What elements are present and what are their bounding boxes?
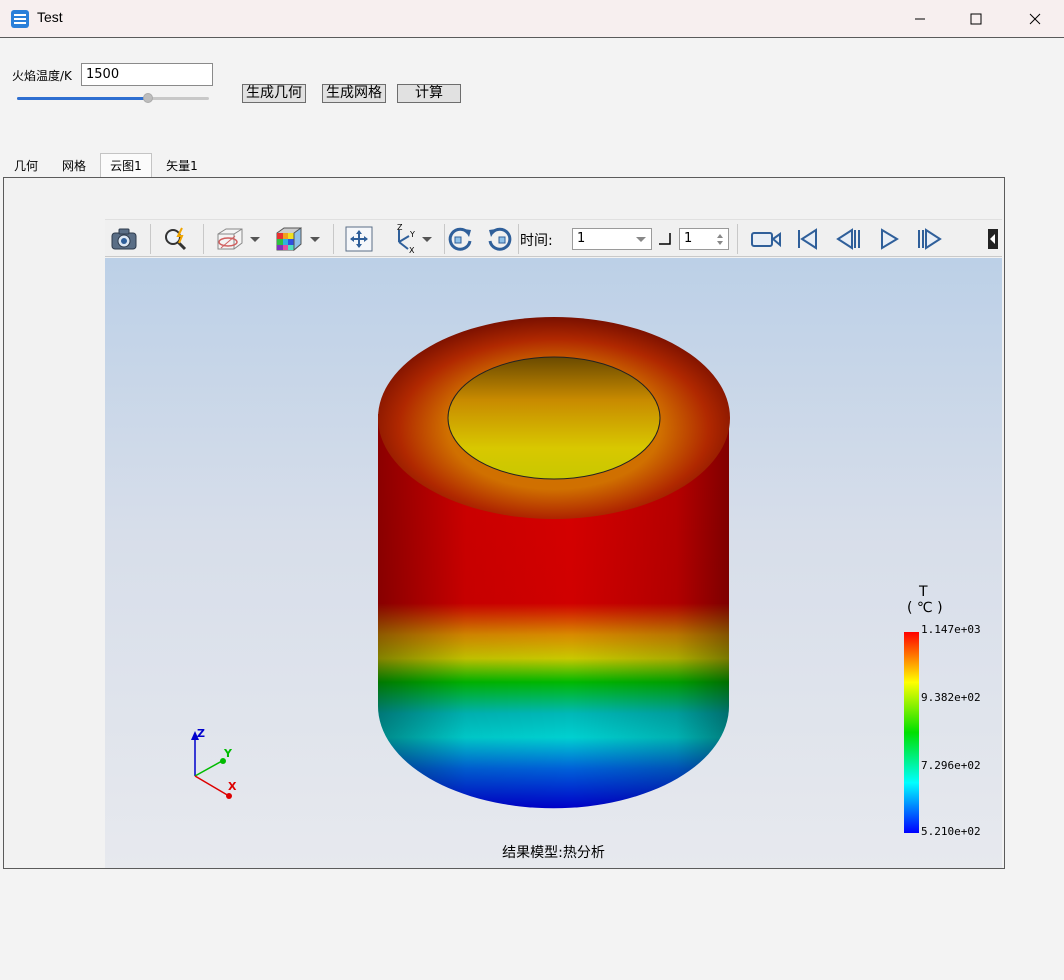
legend-label-3: 7.296e+02 xyxy=(921,759,981,772)
first-frame-icon[interactable] xyxy=(791,225,823,253)
tab-vector[interactable]: 矢量1 xyxy=(156,154,208,178)
app-icon xyxy=(11,10,29,28)
chevron-down-icon xyxy=(636,237,646,242)
generate-mesh-button[interactable]: 生成网格 xyxy=(322,84,386,103)
time-select-value: 1 xyxy=(577,231,586,246)
time-label: 时间: xyxy=(520,233,553,249)
minimize-button[interactable] xyxy=(897,0,943,38)
step-spinbox-value: 1 xyxy=(684,231,693,246)
camera-icon[interactable] xyxy=(108,225,140,253)
temperature-label: 火焰温度/K xyxy=(12,69,72,83)
prev-frame-icon[interactable] xyxy=(832,225,864,253)
tab-contour[interactable]: 云图1 xyxy=(100,153,152,178)
play-icon[interactable] xyxy=(873,225,905,253)
close-button[interactable] xyxy=(1012,0,1058,38)
title-bar: Test xyxy=(0,0,1064,38)
temperature-input[interactable] xyxy=(81,63,213,86)
step-corner-icon xyxy=(659,233,671,245)
result-caption: 结果模型:热分析 xyxy=(502,845,605,861)
cylinder-bore xyxy=(447,356,661,480)
color-cube-icon[interactable] xyxy=(271,225,323,253)
tab-geometry[interactable]: 几何 xyxy=(4,154,48,178)
svg-text:X: X xyxy=(409,246,415,254)
post-toolbar: ZYX 时间: 1 1 xyxy=(105,219,1002,257)
legend-unit: ( ℃ ) xyxy=(907,600,943,616)
legend-label-2: 9.382e+02 xyxy=(921,691,981,704)
legend-colorbar xyxy=(904,632,919,833)
rotate-cw-icon[interactable] xyxy=(444,225,476,253)
tab-mesh[interactable]: 网格 xyxy=(52,154,96,178)
minimize-icon xyxy=(915,18,925,20)
maximize-button[interactable] xyxy=(953,0,999,38)
axes-icon[interactable]: ZYX xyxy=(387,224,435,254)
rotate-ccw-icon[interactable] xyxy=(484,225,516,253)
axis-triad: Z Y X xyxy=(191,727,237,799)
display-mode-icon[interactable] xyxy=(213,225,261,253)
svg-text:Z: Z xyxy=(397,224,403,232)
fit-view-icon[interactable] xyxy=(343,225,375,253)
maximize-icon xyxy=(970,13,982,25)
generate-geometry-button[interactable]: 生成几何 xyxy=(242,84,306,103)
x-axis-label: X xyxy=(228,780,237,793)
next-frame-icon[interactable] xyxy=(913,225,947,253)
legend-title: T xyxy=(919,584,928,600)
svg-text:Y: Y xyxy=(409,230,415,239)
legend-label-max: 1.147e+03 xyxy=(921,623,981,636)
z-axis-label: Z xyxy=(197,727,205,740)
slider-thumb[interactable] xyxy=(142,93,153,103)
zoom-icon[interactable] xyxy=(160,225,192,253)
time-select[interactable]: 1 xyxy=(572,228,652,250)
y-axis-label: Y xyxy=(223,747,233,760)
close-icon xyxy=(1029,13,1041,25)
temperature-slider[interactable] xyxy=(17,93,209,103)
legend-label-min: 5.210e+02 xyxy=(921,825,981,838)
step-spinbox[interactable]: 1 xyxy=(679,228,729,250)
compute-button[interactable]: 计算 xyxy=(397,84,461,103)
cylinder-contour-plot: Z Y X xyxy=(191,317,919,833)
record-icon[interactable] xyxy=(748,225,784,253)
slider-fill xyxy=(17,97,148,100)
window-title: Test xyxy=(37,9,63,25)
spin-arrows-icon[interactable] xyxy=(716,233,724,246)
3d-viewport[interactable]: Z Y X T ( ℃ ) 1.147e+03 9.382e+02 7.296e… xyxy=(105,258,1002,868)
more-icon[interactable] xyxy=(985,225,1001,253)
